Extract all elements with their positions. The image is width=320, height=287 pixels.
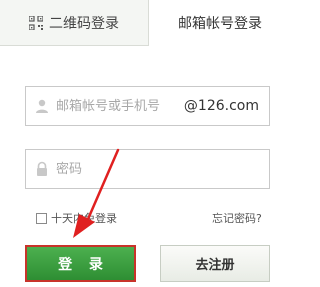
- tab-qr-label: 二维码登录: [49, 15, 119, 32]
- password-input[interactable]: [56, 150, 256, 188]
- login-tab-bar: 二维码登录 邮箱帐号登录: [0, 0, 291, 46]
- remember-checkbox[interactable]: [36, 212, 47, 224]
- domain-suffix: @126.com: [183, 98, 259, 114]
- register-button[interactable]: 去注册: [160, 245, 270, 282]
- tab-email-label: 邮箱帐号登录: [178, 16, 262, 32]
- login-button[interactable]: 登 录: [25, 245, 136, 282]
- account-input[interactable]: [56, 87, 181, 125]
- remember-label: 十天内免登录: [51, 212, 117, 225]
- password-field: [25, 149, 270, 189]
- account-field: @126.com: [25, 86, 270, 126]
- user-icon: [36, 99, 48, 113]
- remember-me[interactable]: 十天内免登录: [36, 210, 117, 226]
- tab-qr-login[interactable]: 二维码登录: [0, 0, 149, 46]
- forgot-password-link[interactable]: 忘记密码?: [212, 210, 262, 226]
- lock-icon: [37, 161, 47, 176]
- qr-code-icon: [29, 15, 43, 30]
- tab-email-login[interactable]: 邮箱帐号登录: [149, 0, 291, 46]
